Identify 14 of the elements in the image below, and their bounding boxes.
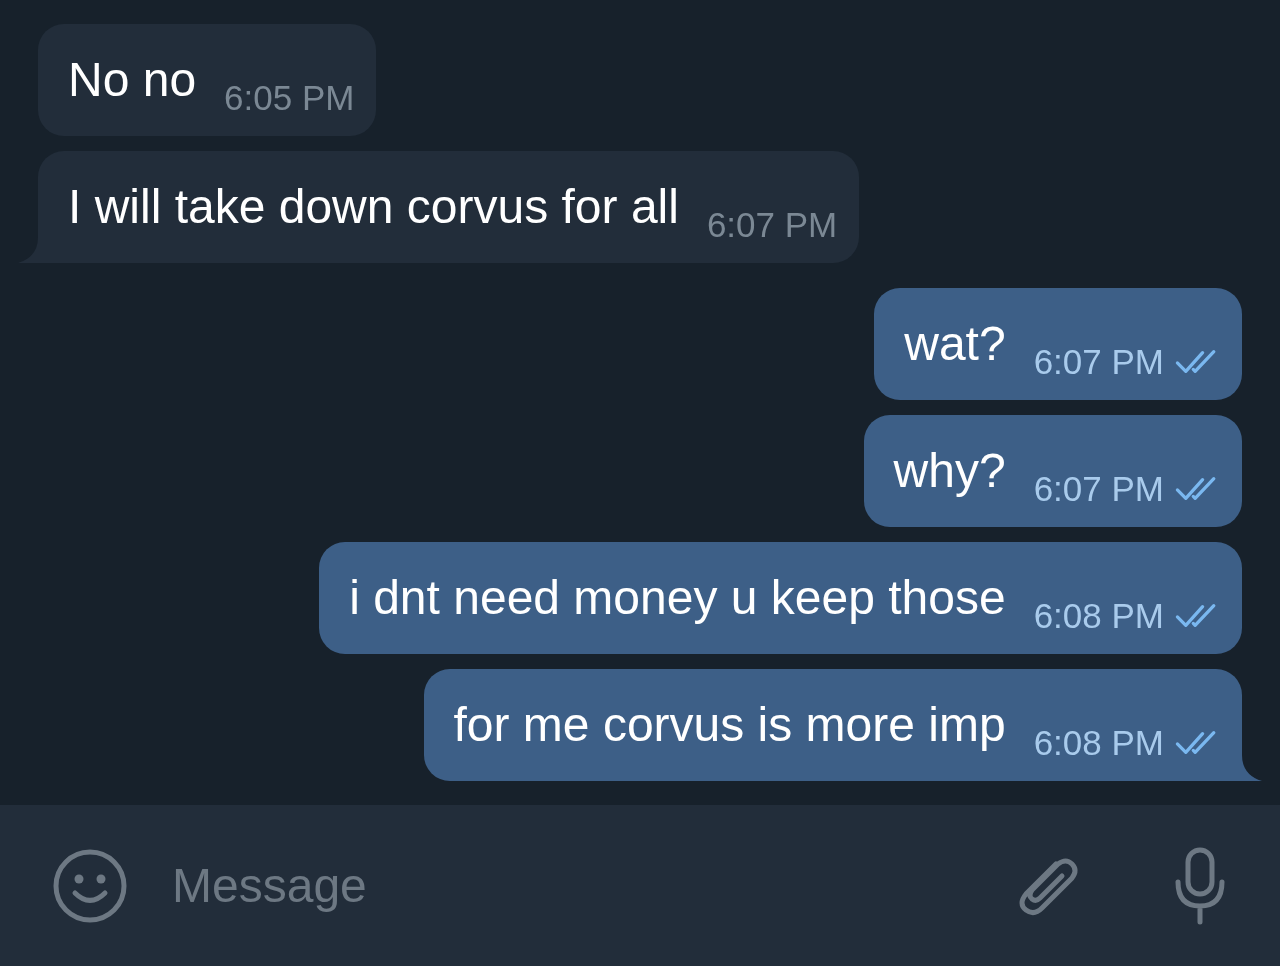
message-time: 6:07 PM [1033, 342, 1164, 382]
message-text: No no [68, 54, 197, 106]
message-time: 6:07 PM [1033, 469, 1164, 509]
message-text: I will take down corvus for all [68, 181, 679, 233]
message-time: 6:07 PM [706, 205, 838, 245]
message-time: 6:08 PM [1033, 723, 1164, 763]
message-time: 6:05 PM [224, 78, 355, 118]
message-text: i dnt need money u keep those [349, 572, 1006, 624]
message-text: wat? [904, 318, 1006, 370]
message-text: why? [893, 445, 1006, 497]
message-field[interactable]: Message [172, 858, 1012, 913]
message-text: for me corvus is more imp [453, 699, 1006, 751]
message-time: 6:08 PM [1033, 596, 1164, 636]
emoji-icon[interactable] [52, 847, 128, 924]
